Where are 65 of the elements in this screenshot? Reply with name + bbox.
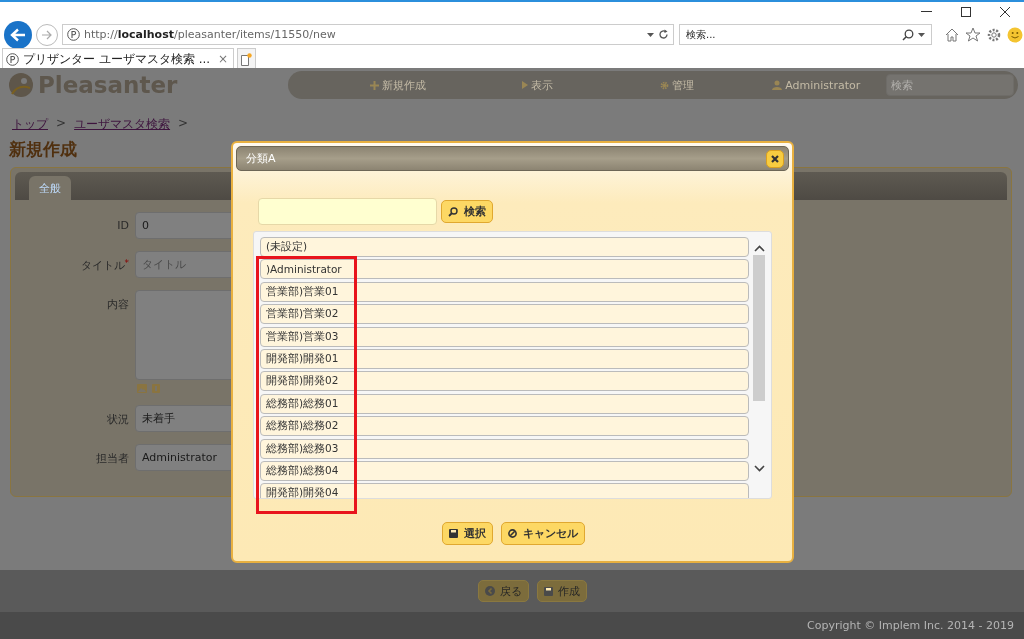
- option-item[interactable]: 営業部)営業03: [260, 326, 749, 347]
- copyright-text: Copyright © Implem Inc. 2014 - 2019: [807, 619, 1014, 632]
- up-chevron-icon[interactable]: [753, 245, 765, 252]
- dialog-title: 分類A: [246, 151, 276, 166]
- field-label: 担当者: [95, 451, 129, 466]
- tab-close-button[interactable]: ×: [218, 52, 229, 66]
- search-bar[interactable]: 検索...: [679, 24, 932, 45]
- close-icon: [771, 154, 779, 163]
- option-item[interactable]: 開発部)開発04: [260, 483, 749, 498]
- close-icon[interactable]: [1000, 7, 1010, 17]
- right-arrow-icon: [41, 29, 53, 40]
- search-icon[interactable]: [902, 28, 914, 41]
- minimize-icon[interactable]: [921, 11, 932, 13]
- option-item[interactable]: 営業部)営業02: [260, 304, 749, 325]
- star-icon[interactable]: [965, 26, 981, 43]
- site-icon: [6, 52, 19, 66]
- site-icon: [67, 28, 80, 41]
- page-title: 新規作成: [9, 138, 77, 160]
- dropdown-icon[interactable]: [647, 32, 654, 37]
- refresh-icon[interactable]: [658, 29, 669, 40]
- logo-icon: [8, 72, 34, 98]
- back-icon: [484, 586, 495, 596]
- dropdown-icon[interactable]: [918, 32, 925, 37]
- search-icon: [448, 206, 458, 217]
- breadcrumb-separator: >: [178, 116, 189, 132]
- option-item[interactable]: 総務部)総務04: [260, 460, 749, 481]
- smiley-icon[interactable]: [1007, 26, 1023, 43]
- close-button[interactable]: [766, 149, 784, 168]
- home-icon[interactable]: [944, 26, 960, 43]
- option-item[interactable]: (未設定): [260, 237, 749, 257]
- field-label: タイトル*: [79, 257, 129, 273]
- maximize-icon[interactable]: [961, 7, 971, 17]
- option-item[interactable]: )Administrator: [260, 259, 749, 280]
- field-label: ID: [116, 218, 129, 232]
- option-item[interactable]: 営業部)営業01: [260, 281, 749, 302]
- tab-title: プリザンター ユーザマスタ検索 ...: [23, 50, 211, 68]
- cancel-icon: [508, 529, 517, 538]
- browser-tab[interactable]: プリザンター ユーザマスタ検索 ... ×: [2, 48, 235, 69]
- search-button[interactable]: 検索: [441, 200, 493, 223]
- gear-icon: [659, 80, 669, 90]
- option-item[interactable]: 開発部)開発02: [260, 371, 749, 392]
- option-item[interactable]: 総務部)総務03: [260, 438, 749, 459]
- field-label: 状況: [106, 412, 129, 427]
- search-field[interactable]: 検索: [886, 74, 1014, 96]
- triangle-icon: [521, 81, 528, 89]
- url-text: http://localhost/pleasanter/items/11550/new: [84, 28, 337, 41]
- user-icon: [772, 80, 783, 90]
- option-item[interactable]: 総務部)総務01: [260, 393, 749, 414]
- breadcrumb-link[interactable]: ユーザマスタ検索: [74, 116, 171, 133]
- down-chevron-icon[interactable]: [753, 465, 765, 472]
- option-item[interactable]: 総務部)総務02: [260, 416, 749, 437]
- dialog-button[interactable]: キャンセル: [501, 522, 585, 545]
- settings-icon[interactable]: [986, 26, 1002, 43]
- address-bar[interactable]: http://localhost/pleasanter/items/11550/new: [62, 24, 674, 45]
- option-item[interactable]: 開発部)開発01: [260, 348, 749, 369]
- dialog-button[interactable]: 選択: [442, 522, 493, 545]
- breadcrumb-link[interactable]: トップ: [12, 116, 48, 133]
- field-label: 内容: [106, 297, 129, 312]
- left-arrow-icon: [10, 27, 26, 42]
- scrollbar-thumb[interactable]: [753, 255, 765, 401]
- plus-icon: [369, 80, 379, 90]
- page-icon: [241, 52, 253, 66]
- back-button[interactable]: [4, 20, 32, 49]
- breadcrumb-separator: >: [56, 116, 67, 132]
- new-tab-button[interactable]: [237, 48, 257, 69]
